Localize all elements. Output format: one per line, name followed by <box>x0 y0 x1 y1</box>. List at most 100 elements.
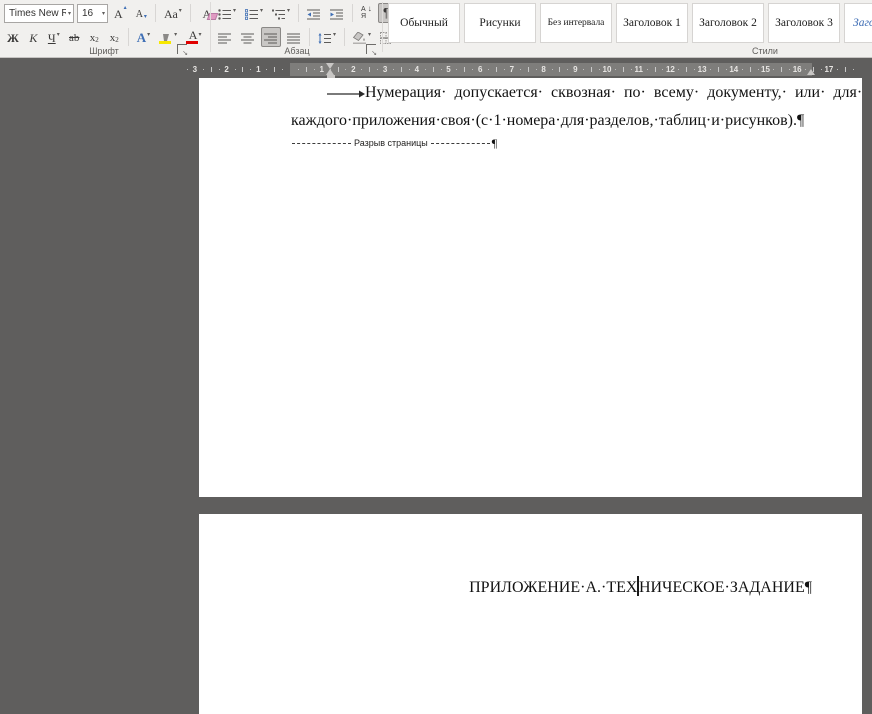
multilevel-list-button[interactable]: ▾ <box>269 3 293 23</box>
chevron-down-icon: ▾ <box>68 10 71 17</box>
underline-button[interactable]: Ч ▾ <box>45 27 63 47</box>
page-break-dashes <box>292 143 351 144</box>
grow-font-button[interactable]: А ▴ <box>111 3 130 23</box>
style-card-label: Обычный <box>400 17 448 29</box>
ruler-tick <box>211 67 212 72</box>
style-card-label: Заголовок 3 <box>775 17 833 29</box>
paragraph-dialog-launcher[interactable]: ↘ <box>366 44 376 54</box>
style-card-heading4[interactable]: Заго <box>844 3 872 43</box>
chevron-down-icon: ▾ <box>102 10 105 17</box>
page-break-marker[interactable]: Разрыв страницы ¶ <box>292 136 497 150</box>
bulleted-list-icon <box>218 9 232 20</box>
ruler-tick <box>330 69 331 70</box>
ruler-tick <box>718 67 719 72</box>
text-effects-button[interactable]: А ▾ <box>134 27 153 47</box>
style-card-heading1[interactable]: Заголовок 1 <box>616 3 688 43</box>
ruler-tick <box>338 67 339 72</box>
arrow-up-icon: ▴ <box>124 5 127 11</box>
ruler-number: 9 <box>569 62 581 77</box>
chevron-down-icon: ▾ <box>198 32 201 38</box>
ruler-tick <box>694 69 695 70</box>
ruler-number: 4 <box>411 62 423 77</box>
strikethrough-glyph: ab <box>69 33 79 44</box>
ruler-tick <box>583 69 584 70</box>
ruler-tick <box>235 69 236 70</box>
ruler-tick <box>758 69 759 70</box>
font-name-combobox[interactable]: Times New Ron ▾ <box>4 4 74 23</box>
superscript-button[interactable]: x2 <box>106 27 123 47</box>
change-case-button[interactable]: Аа ▾ <box>161 3 185 23</box>
ruler-tick <box>464 67 465 72</box>
body-text-line-1[interactable]: Нумерация· допускается· сквозная· по· вс… <box>290 82 862 104</box>
increase-indent-button[interactable] <box>327 3 347 23</box>
document-page-2[interactable]: ПРИЛОЖЕНИЕ·А.·ТЕХНИЧЕСКОЕ·ЗАДАНИЕ¶ <box>199 514 862 714</box>
ruler-number: 13 <box>696 62 708 77</box>
ruler-tick <box>306 67 307 72</box>
ruler-tick <box>496 67 497 72</box>
chevron-down-icon: ▾ <box>57 32 60 38</box>
style-card-heading2[interactable]: Заголовок 2 <box>692 3 764 43</box>
ruler-tick <box>345 69 346 70</box>
align-left-button[interactable] <box>215 27 235 47</box>
body-text-line-2[interactable]: каждого·приложения·своя·(с·1·номера·для·… <box>291 110 804 132</box>
ruler-number: 8 <box>538 62 550 77</box>
appendix-heading-line[interactable]: ПРИЛОЖЕНИЕ·А.·ТЕХНИЧЕСКОЕ·ЗАДАНИЕ¶ <box>469 576 812 597</box>
align-left-icon <box>218 33 232 44</box>
font-dialog-launcher[interactable]: ↘ <box>177 44 187 54</box>
bullets-button[interactable]: ▾ <box>215 3 239 23</box>
ruler-tick <box>599 69 600 70</box>
decrease-indent-button[interactable] <box>304 3 324 23</box>
align-center-button[interactable] <box>238 27 258 47</box>
ruler-number: 7 <box>506 62 518 77</box>
change-case-glyph: Аа <box>164 8 178 20</box>
font-size-combobox[interactable]: 16 ▾ <box>77 4 108 23</box>
ruler-tick <box>361 69 362 70</box>
ruler-tick <box>821 69 822 70</box>
separator <box>352 4 353 22</box>
ruler[interactable]: 3211234567891011121314151617 <box>0 62 872 77</box>
ruler-tick <box>559 67 560 72</box>
ruler-tick <box>401 67 402 72</box>
strikethrough-button[interactable]: ab <box>66 27 83 47</box>
ruler-tick <box>369 67 370 72</box>
font-color-glyph: А <box>189 29 198 41</box>
separator <box>155 4 156 22</box>
ruler-tick <box>298 69 299 70</box>
document-page-1[interactable]: Нумерация· допускается· сквозная· по· вс… <box>199 78 862 497</box>
align-right-button[interactable] <box>261 27 281 47</box>
ruler-number: 12 <box>664 62 676 77</box>
separator <box>298 4 299 22</box>
shrink-font-button[interactable]: А ▾ <box>133 3 150 23</box>
style-card-heading3[interactable]: Заголовок 3 <box>768 3 840 43</box>
ruler-tick <box>853 69 854 70</box>
ruler-tick <box>314 69 315 70</box>
chevron-down-icon: ▾ <box>147 32 150 38</box>
styles-gallery: Обычный Рисунки Без интервала Заголовок … <box>388 3 872 43</box>
separator <box>344 28 345 46</box>
style-card-normal[interactable]: Обычный <box>388 3 460 43</box>
chevron-down-icon: ▾ <box>333 32 336 38</box>
page-break-dashes <box>431 143 490 144</box>
ruler-tick <box>813 67 814 72</box>
paragraph-group-label: Абзац <box>212 46 382 56</box>
pilcrow-mark: ¶ <box>492 136 497 151</box>
grow-font-glyph: А <box>114 8 123 20</box>
sort-button[interactable]: А ↓ Я <box>358 3 375 23</box>
style-card-figures[interactable]: Рисунки <box>464 3 536 43</box>
line-spacing-button[interactable]: ▾ <box>315 27 339 47</box>
ruler-tick <box>409 69 410 70</box>
ruler-tick <box>742 69 743 70</box>
bold-button[interactable]: Ж <box>4 27 22 47</box>
style-card-no-spacing[interactable]: Без интервала <box>540 3 612 43</box>
justify-button[interactable] <box>284 27 304 47</box>
subscript-button[interactable]: x2 <box>86 27 103 47</box>
ruler-tick <box>472 69 473 70</box>
ruler-tick <box>845 67 846 72</box>
ruler-number: 10 <box>601 62 613 77</box>
underline-glyph: Ч <box>48 32 56 44</box>
italic-button[interactable]: К <box>25 27 42 47</box>
line-spacing-icon <box>318 33 332 44</box>
numbering-button[interactable]: ▾ <box>242 3 266 23</box>
chevron-down-icon: ▾ <box>179 8 182 14</box>
font-group-row1: Times New Ron ▾ 16 ▾ А ▴ А ▾ Аа ▾ А <box>4 3 218 23</box>
